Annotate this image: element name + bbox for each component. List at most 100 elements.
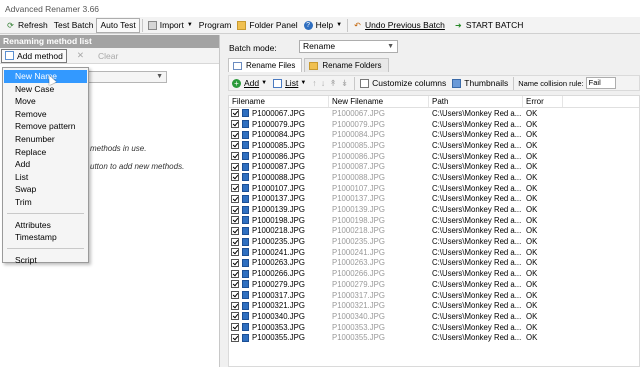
table-row[interactable]: P1000084.JPG P1000084.JPG C:\Users\Monkey … (229, 129, 639, 140)
menu-item-timestamp[interactable]: Timestamp (3, 231, 88, 244)
table-row[interactable]: P1000086.JPG P1000086.JPG C:\Users\Monkey … (229, 151, 639, 162)
menu-item-swap[interactable]: Swap (3, 183, 88, 196)
row-checkbox[interactable] (231, 173, 239, 182)
start-batch-button[interactable]: ➜ START BATCH (451, 18, 526, 33)
test-batch-button[interactable]: Test Batch (51, 18, 97, 33)
table-row[interactable]: P1000067.JPG P1000067.JPG C:\Users\Monkey … (229, 108, 639, 119)
undo-button[interactable]: ↶ Undo Previous Batch (350, 18, 448, 33)
image-file-icon (242, 152, 249, 161)
path-cell: C:\Users\Monkey Red a... (432, 279, 522, 289)
table-row[interactable]: P1000079.JPG P1000079.JPG C:\Users\Monkey … (229, 119, 639, 130)
path-cell: C:\Users\Monkey Red a... (432, 322, 522, 332)
row-checkbox[interactable] (231, 120, 239, 129)
customize-columns-button[interactable]: Customize columns (357, 78, 449, 88)
menu-divider (7, 212, 84, 214)
move-arrows-icon[interactable]: ↑ ↓ ↟ ↡ (309, 78, 352, 89)
table-row[interactable]: P1000321.JPG P1000321.JPG C:\Users\Monkey … (229, 300, 639, 311)
row-checkbox[interactable] (231, 152, 239, 161)
menu-item-remove[interactable]: Remove (3, 108, 88, 121)
add-method-button[interactable]: Add method (1, 48, 67, 63)
table-row[interactable]: P1000235.JPG P1000235.JPG C:\Users\Monkey … (229, 236, 639, 247)
row-checkbox[interactable] (231, 226, 239, 235)
row-checkbox[interactable] (231, 205, 239, 214)
row-checkbox[interactable] (231, 141, 239, 150)
menu-item-move[interactable]: Move (3, 95, 88, 108)
column-header-filename[interactable]: Filename (229, 96, 329, 107)
row-checkbox[interactable] (231, 130, 239, 139)
clear-button[interactable]: ✕ (77, 50, 84, 61)
table-row[interactable]: P1000107.JPG P1000107.JPG C:\Users\Monkey … (229, 183, 639, 194)
tab-rename-files[interactable]: Rename Files (228, 58, 303, 72)
chevron-down-icon: ▼ (387, 43, 394, 50)
row-checkbox[interactable] (231, 109, 239, 118)
row-checkbox[interactable] (231, 291, 239, 300)
tab-rename-folders[interactable]: Rename Folders (304, 58, 389, 72)
table-row[interactable]: P1000139.JPG P1000139.JPG C:\Users\Monkey … (229, 204, 639, 215)
table-row[interactable]: P1000087.JPG P1000087.JPG C:\Users\Monkey … (229, 161, 639, 172)
auto-test-toggle[interactable]: Auto Test (96, 17, 140, 33)
table-row[interactable]: P1000085.JPG P1000085.JPG C:\Users\Monkey … (229, 140, 639, 151)
row-checkbox[interactable] (231, 237, 239, 246)
new-filename-cell: P1000266.JPG (332, 269, 385, 279)
table-row[interactable]: P1000198.JPG P1000198.JPG C:\Users\Monkey … (229, 215, 639, 226)
table-row[interactable]: P1000088.JPG P1000088.JPG C:\Users\Monkey … (229, 172, 639, 183)
thumbnails-button[interactable]: Thumbnails (449, 78, 511, 88)
row-checkbox[interactable] (231, 269, 239, 278)
method-preset-select[interactable]: ▼ (86, 71, 167, 83)
row-checkbox[interactable] (231, 258, 239, 267)
menu-item-attributes[interactable]: Attributes (3, 219, 88, 232)
row-checkbox[interactable] (231, 248, 239, 257)
import-label: Import (159, 20, 184, 30)
batch-mode-select[interactable]: Rename ▼ (299, 40, 398, 53)
column-header-error[interactable]: Error (523, 96, 563, 107)
table-row[interactable]: P1000279.JPG P1000279.JPG C:\Users\Monkey … (229, 279, 639, 290)
row-checkbox[interactable] (231, 312, 239, 321)
menu-item-remove-pattern[interactable]: Remove pattern (3, 120, 88, 133)
filename-cell: P1000241.JPG (229, 248, 329, 257)
filename-text: P1000353.JPG (252, 322, 305, 332)
menu-item-new-case[interactable]: New Case (3, 83, 88, 96)
error-cell: OK (526, 119, 538, 129)
path-cell: C:\Users\Monkey Red a... (432, 194, 522, 204)
table-row[interactable]: P1000317.JPG P1000317.JPG C:\Users\Monkey … (229, 290, 639, 301)
image-file-icon (242, 248, 249, 257)
refresh-button[interactable]: ⟳ Refresh (3, 18, 51, 33)
menu-item-renumber[interactable]: Renumber (3, 133, 88, 146)
table-row[interactable]: P1000340.JPG P1000340.JPG C:\Users\Monkey … (229, 311, 639, 322)
row-checkbox[interactable] (231, 333, 239, 342)
filename-cell: P1000086.JPG (229, 152, 329, 161)
menu-item-script[interactable]: Script (3, 254, 88, 267)
filename-cell: P1000085.JPG (229, 141, 329, 150)
table-row[interactable]: P1000263.JPG P1000263.JPG C:\Users\Monkey … (229, 258, 639, 269)
row-checkbox[interactable] (231, 194, 239, 203)
menu-item-replace[interactable]: Replace (3, 146, 88, 159)
filename-cell: P1000317.JPG (229, 291, 329, 300)
table-row[interactable]: P1000355.JPG P1000355.JPG C:\Users\Monkey … (229, 332, 639, 343)
row-checkbox[interactable] (231, 184, 239, 193)
folder-panel-button[interactable]: Folder Panel (234, 18, 300, 33)
menu-item-trim[interactable]: Trim (3, 196, 88, 209)
row-checkbox[interactable] (231, 162, 239, 171)
table-row[interactable]: P1000266.JPG P1000266.JPG C:\Users\Monkey … (229, 268, 639, 279)
table-row[interactable]: P1000137.JPG P1000137.JPG C:\Users\Monkey … (229, 194, 639, 205)
menu-group-script: Script (3, 254, 88, 267)
image-file-icon (242, 291, 249, 300)
menu-item-add[interactable]: Add (3, 158, 88, 171)
column-header-path[interactable]: Path (429, 96, 523, 107)
list-menu-button[interactable]: List ▼ (270, 78, 309, 88)
row-checkbox[interactable] (231, 280, 239, 289)
row-checkbox[interactable] (231, 323, 239, 332)
add-files-button[interactable]: + Add ▼ (229, 78, 270, 88)
column-header-new-filename[interactable]: New Filename (329, 96, 429, 107)
row-checkbox[interactable] (231, 301, 239, 310)
new-filename-cell: P1000263.JPG (332, 258, 385, 268)
import-menu[interactable]: Import ▼ (145, 18, 196, 33)
table-row[interactable]: P1000353.JPG P1000353.JPG C:\Users\Monkey … (229, 322, 639, 333)
row-checkbox[interactable] (231, 216, 239, 225)
program-menu[interactable]: Program (196, 18, 235, 33)
menu-item-list[interactable]: List (3, 171, 88, 184)
table-row[interactable]: P1000218.JPG P1000218.JPG C:\Users\Monkey … (229, 226, 639, 237)
table-row[interactable]: P1000241.JPG P1000241.JPG C:\Users\Monkey … (229, 247, 639, 258)
collision-rule-select[interactable]: Fail (585, 77, 616, 89)
help-menu[interactable]: ? Help ▼ (301, 18, 345, 33)
